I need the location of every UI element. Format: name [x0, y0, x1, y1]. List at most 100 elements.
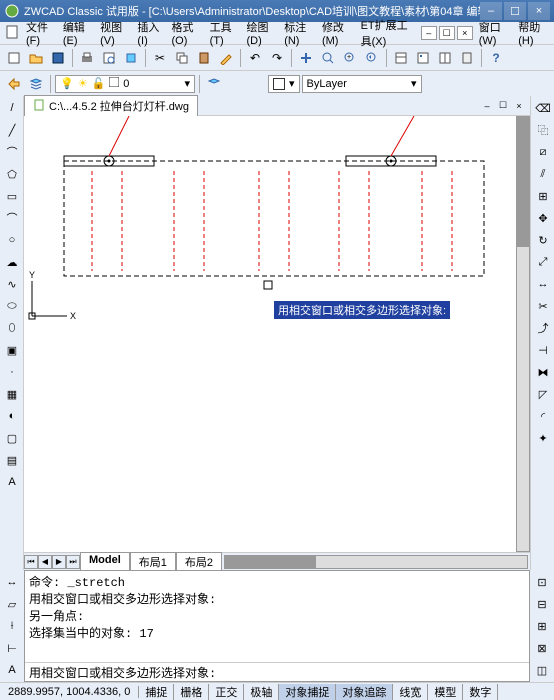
polygon-tool[interactable]: ⬠ — [2, 164, 22, 184]
layer-select[interactable]: 💡 ☀ 🔓 0 ▾ — [55, 75, 195, 93]
open-button[interactable] — [26, 48, 46, 68]
redo-button[interactable]: ↷ — [267, 48, 287, 68]
tab-prev-button[interactable]: ◀ — [38, 555, 52, 569]
rotate-tool[interactable]: ↻ — [533, 230, 553, 250]
color-select[interactable]: ▾ — [268, 75, 300, 93]
menu-修改[interactable]: 修改(M) — [318, 17, 355, 49]
print-button[interactable] — [77, 48, 97, 68]
move-tool[interactable]: ✥ — [533, 208, 553, 228]
menu-插入[interactable]: 插入(I) — [133, 17, 165, 49]
calc-button[interactable] — [457, 48, 477, 68]
tab-first-button[interactable]: ⏮ — [24, 555, 38, 569]
trim-tool[interactable]: ✂ — [533, 296, 553, 316]
point-tool[interactable]: · — [2, 362, 22, 382]
chamfer-tool[interactable]: ◸ — [533, 384, 553, 404]
menu-工具[interactable]: 工具(T) — [206, 17, 241, 49]
status-正交[interactable]: 正交 — [209, 684, 244, 700]
stretch-tool[interactable]: ↔ — [533, 274, 553, 294]
hatch-tool[interactable]: ▦ — [2, 384, 22, 404]
copy-button[interactable] — [172, 48, 192, 68]
new-button[interactable] — [4, 48, 24, 68]
layout-tab-model[interactable]: Model — [80, 552, 130, 572]
inq5-tool[interactable]: ◫ — [532, 660, 552, 680]
dim-tool[interactable]: ⊢ — [2, 638, 22, 658]
cut-button[interactable]: ✂ — [150, 48, 170, 68]
style-tool[interactable]: A — [2, 660, 22, 680]
menu-帮助[interactable]: 帮助(H) — [514, 17, 550, 49]
region-tool[interactable]: ▢ — [2, 428, 22, 448]
status-数字[interactable]: 数字 — [463, 684, 498, 700]
rect-tool[interactable]: ▭ — [2, 186, 22, 206]
area-tool[interactable]: ▱ — [2, 594, 22, 614]
fillet-tool[interactable]: ◜ — [533, 406, 553, 426]
tab-close-button[interactable]: × — [512, 99, 526, 113]
qdim-tool[interactable]: ⟊ — [2, 616, 22, 636]
arc-tool[interactable]: ⌒ — [2, 208, 22, 228]
save-button[interactable] — [48, 48, 68, 68]
inq3-tool[interactable]: ⊞ — [532, 616, 552, 636]
gradient-tool[interactable]: ◐ — [2, 406, 22, 426]
tab-last-button[interactable]: ⏭ — [66, 555, 80, 569]
pan-button[interactable] — [296, 48, 316, 68]
revcloud-tool[interactable]: ☁ — [2, 252, 22, 272]
publish-button[interactable] — [121, 48, 141, 68]
undo-button[interactable]: ↶ — [245, 48, 265, 68]
menu-视图[interactable]: 视图(V) — [96, 17, 131, 49]
menu-et扩展工具[interactable]: ET扩展工具(X) — [357, 15, 419, 51]
dist-tool[interactable]: ↔ — [2, 572, 22, 592]
inq4-tool[interactable]: ⊠ — [532, 638, 552, 658]
text-tool[interactable]: A — [2, 472, 22, 492]
circle-tool[interactable]: ○ — [2, 230, 22, 250]
linetype-select[interactable]: ByLayer ▾ — [302, 75, 422, 93]
status-模型[interactable]: 模型 — [428, 684, 463, 700]
layer-prev-button[interactable] — [4, 74, 24, 94]
extend-tool[interactable]: ⤴ — [533, 318, 553, 338]
inq1-tool[interactable]: ⊡ — [532, 572, 552, 592]
zoom-realtime-button[interactable] — [318, 48, 338, 68]
command-input[interactable] — [29, 665, 525, 679]
vertical-scrollbar[interactable] — [516, 116, 530, 552]
document-tab[interactable]: C:\...4.5.2 拉伸台灯灯杆.dwg — [24, 95, 198, 116]
status-极轴[interactable]: 极轴 — [244, 684, 279, 700]
tool-palette-button[interactable] — [435, 48, 455, 68]
pline-tool[interactable]: ⌒ — [2, 142, 22, 162]
menu-编辑[interactable]: 编辑(E) — [59, 17, 94, 49]
mdi-min-button[interactable]: – — [421, 26, 437, 40]
xline-tool[interactable]: ╱ — [2, 120, 22, 140]
join-tool[interactable]: ⧓ — [533, 362, 553, 382]
scale-tool[interactable]: ⤢ — [533, 252, 553, 272]
tab-next-button[interactable]: ▶ — [52, 555, 66, 569]
print-preview-button[interactable] — [99, 48, 119, 68]
tab-min-button[interactable]: – — [480, 99, 494, 113]
layout-tab-布局2[interactable]: 布局2 — [176, 552, 222, 572]
menu-绘图[interactable]: 绘图(D) — [242, 17, 278, 49]
explode-tool[interactable]: ✦ — [533, 428, 553, 448]
design-center-button[interactable] — [413, 48, 433, 68]
help-button[interactable]: ? — [486, 48, 506, 68]
line-tool[interactable]: / — [2, 98, 22, 118]
status-对象追踪[interactable]: 对象追踪 — [336, 684, 393, 700]
layer-iso-button[interactable] — [204, 74, 224, 94]
status-对象捕捉[interactable]: 对象捕捉 — [279, 684, 336, 700]
offset-tool[interactable]: ⫽ — [533, 164, 553, 184]
match-button[interactable] — [216, 48, 236, 68]
tab-restore-button[interactable]: ☐ — [496, 99, 510, 113]
mirror-tool[interactable]: ⧄ — [533, 142, 553, 162]
copy-tool[interactable]: ⿻ — [533, 120, 553, 140]
table-tool[interactable]: ▤ — [2, 450, 22, 470]
mdi-restore-button[interactable]: ☐ — [439, 26, 455, 40]
menu-格式[interactable]: 格式(O) — [167, 17, 203, 49]
paste-button[interactable] — [194, 48, 214, 68]
ellipse-tool[interactable]: ⬭ — [2, 296, 22, 316]
menu-文件[interactable]: 文件(F) — [22, 17, 57, 49]
mdi-close-button[interactable]: × — [457, 26, 473, 40]
zoom-prev-button[interactable] — [362, 48, 382, 68]
array-tool[interactable]: ⊞ — [533, 186, 553, 206]
status-栅格[interactable]: 栅格 — [174, 684, 209, 700]
coordinates[interactable]: 2889.9957, 1004.4336, 0 — [0, 686, 139, 698]
properties-button[interactable] — [391, 48, 411, 68]
zoom-window-button[interactable]: + — [340, 48, 360, 68]
drawing-canvas[interactable]: X Y 用相交窗口或相交多边形选择对象: — [24, 116, 516, 552]
status-线宽[interactable]: 线宽 — [393, 684, 428, 700]
horizontal-scrollbar[interactable] — [224, 555, 528, 569]
